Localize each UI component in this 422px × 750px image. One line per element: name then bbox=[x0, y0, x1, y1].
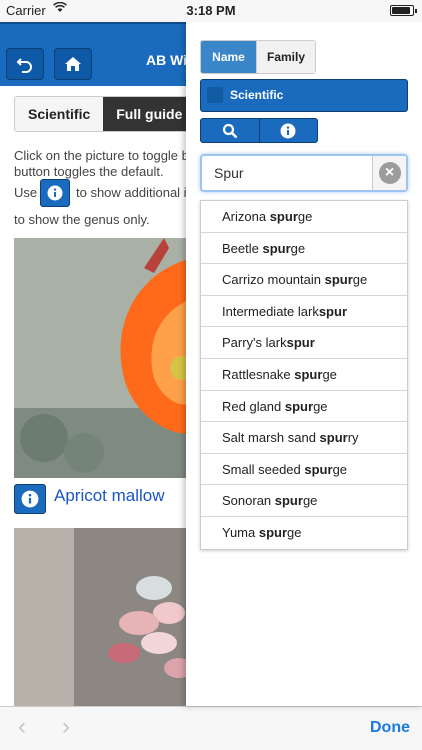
search-result-item[interactable]: Carrizo mountain spurge bbox=[201, 264, 407, 296]
clear-search-button[interactable]: × bbox=[372, 156, 406, 190]
result-text-after: ge bbox=[302, 493, 318, 509]
result-match-highlight: spur bbox=[269, 209, 298, 224]
app-title: AB Wil bbox=[146, 52, 191, 68]
battery-level-fill bbox=[392, 7, 410, 14]
search-result-item[interactable]: Yuma spurge bbox=[201, 517, 407, 549]
clock: 3:18 PM bbox=[186, 3, 236, 18]
plant-photo-2[interactable] bbox=[14, 528, 194, 706]
plant-name-link[interactable]: Apricot mallow bbox=[54, 486, 165, 506]
status-bar: Carrier 3:18 PM bbox=[0, 0, 422, 22]
result-text-before: Beetle bbox=[222, 240, 263, 256]
result-text-after: ge bbox=[332, 461, 348, 477]
result-text-before: Red gland bbox=[222, 398, 285, 414]
search-tools bbox=[200, 118, 318, 143]
result-match-highlight: spur bbox=[284, 398, 314, 414]
result-text-before: Rattlesnake bbox=[222, 366, 295, 382]
result-text-before: Intermediate lark bbox=[222, 303, 319, 319]
tab-scientific[interactable]: Scientific bbox=[15, 97, 104, 131]
result-match-highlight: spur bbox=[294, 366, 323, 382]
result-match-highlight: spur bbox=[274, 493, 303, 509]
undo-icon bbox=[16, 58, 32, 73]
search-result-item[interactable]: Intermediate larkspur bbox=[201, 296, 407, 328]
done-button[interactable]: Done bbox=[370, 719, 410, 737]
search-result-item[interactable]: Salt marsh sand spurry bbox=[201, 422, 407, 454]
tab-family[interactable]: Family bbox=[256, 41, 315, 73]
result-text-before: Arizona bbox=[222, 209, 270, 224]
home-button[interactable] bbox=[54, 48, 92, 80]
checkbox-icon bbox=[207, 87, 223, 103]
result-match-highlight: spur bbox=[262, 240, 291, 256]
result-text-before: Carrizo mountain bbox=[222, 272, 325, 288]
result-match-highlight: spur bbox=[304, 461, 333, 477]
result-text-after: ge bbox=[352, 272, 368, 288]
guide-mode-segment: Scientific Full guide bbox=[14, 96, 197, 132]
result-text-before: Parry's lark bbox=[222, 335, 287, 351]
result-text-after: ry bbox=[347, 430, 359, 446]
scientific-toggle-button[interactable]: Scientific bbox=[200, 79, 408, 112]
bottom-toolbar: ‹ › Done bbox=[0, 706, 422, 750]
info-tool-button[interactable] bbox=[258, 119, 318, 142]
search-result-item[interactable]: Parry's larkspur bbox=[201, 327, 407, 359]
battery-icon bbox=[390, 5, 417, 16]
scientific-toggle-label: Scientific bbox=[230, 88, 284, 102]
result-text-before: Sonoran bbox=[222, 493, 275, 509]
nav-forward-icon[interactable]: › bbox=[62, 715, 70, 739]
result-match-highlight: spur bbox=[319, 430, 348, 446]
tab-name[interactable]: Name bbox=[201, 41, 256, 73]
result-match-highlight: spur bbox=[324, 272, 353, 288]
info-inline-icon bbox=[40, 179, 70, 207]
result-match-highlight: spur bbox=[286, 335, 315, 351]
search-mode-segment: Name Family bbox=[200, 40, 316, 74]
search-result-item[interactable]: Sonoran spurge bbox=[201, 485, 407, 517]
result-match-highlight: spur bbox=[258, 524, 288, 540]
search-input[interactable] bbox=[202, 156, 372, 190]
result-match-highlight: spur bbox=[318, 303, 347, 319]
home-icon bbox=[65, 57, 81, 71]
result-text-before: Salt marsh sand bbox=[222, 430, 320, 446]
search-result-item[interactable]: Red gland spurge bbox=[201, 391, 407, 423]
search-box: × bbox=[200, 154, 408, 192]
search-results-list: Arizona spurge Beetle spurge Carrizo mount… bbox=[200, 200, 408, 550]
search-icon bbox=[222, 123, 238, 138]
search-result-item[interactable]: Rattlesnake spurge bbox=[201, 359, 407, 391]
back-button[interactable] bbox=[6, 48, 44, 80]
result-text-after: ge bbox=[290, 240, 306, 256]
search-result-item[interactable]: Small seeded spurge bbox=[201, 454, 407, 486]
plant-info-button[interactable] bbox=[14, 484, 46, 514]
info-icon bbox=[280, 123, 296, 138]
plant-photo-apricot-mallow[interactable] bbox=[14, 238, 194, 478]
search-tool-button[interactable] bbox=[201, 119, 259, 142]
result-text-after: ge bbox=[313, 398, 328, 414]
info-icon bbox=[21, 490, 39, 508]
tab-full-guide[interactable]: Full guide bbox=[103, 97, 196, 131]
search-result-item[interactable]: Arizona spurge bbox=[201, 201, 407, 233]
result-text-after: ge bbox=[287, 524, 302, 540]
nav-back-icon[interactable]: ‹ bbox=[18, 715, 26, 739]
search-result-item[interactable]: Beetle spurge bbox=[201, 233, 407, 265]
result-text-before: Yuma bbox=[222, 524, 259, 540]
result-text-after: ge bbox=[297, 209, 313, 224]
result-text-before: Small seeded bbox=[222, 461, 305, 477]
clear-icon: × bbox=[378, 162, 401, 184]
search-panel: Name Family Scientific × Arizona spurgeB… bbox=[186, 22, 422, 706]
result-text-after: ge bbox=[322, 366, 337, 382]
